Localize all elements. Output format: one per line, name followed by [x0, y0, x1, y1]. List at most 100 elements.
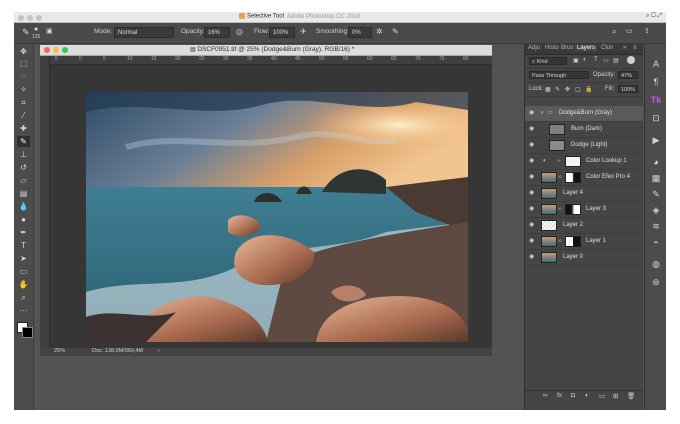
symmetry-icon[interactable]: ✎ [392, 27, 399, 37]
brush-settings-icon[interactable]: ▣ [46, 27, 53, 37]
pressure-opacity-icon[interactable]: ◎ [236, 27, 243, 37]
canvas-area[interactable] [50, 65, 492, 348]
lasso-tool-icon[interactable]: ◌ [17, 71, 30, 82]
airbrush-icon[interactable]: ✈ [300, 27, 307, 37]
history-brush-tool-icon[interactable]: ↺ [17, 162, 30, 173]
trash-icon[interactable]: 🗑 [627, 392, 635, 400]
flow-field[interactable]: 100% [269, 27, 295, 38]
visibility-eye-icon[interactable]: ◉ [529, 206, 536, 212]
pen-tool-icon[interactable]: ✒ [17, 227, 30, 238]
tab-histogram[interactable]: Histo [545, 45, 559, 51]
share-icon[interactable]: ⇪ [644, 27, 650, 37]
layer-mask-thumbnail[interactable] [565, 236, 581, 247]
link-layers-icon[interactable]: ∞ [543, 392, 548, 399]
move-tool-icon[interactable]: ✥ [17, 46, 30, 57]
shape-tool-icon[interactable]: ▭ [17, 266, 30, 277]
search-icon[interactable]: ⌕ [612, 27, 616, 37]
layer-mask-thumbnail[interactable] [565, 172, 581, 183]
close-window-button[interactable] [18, 15, 24, 21]
channels-panel-icon[interactable]: ≋ [649, 220, 663, 232]
filter-shape-icon[interactable]: ▭ [603, 57, 609, 64]
layer-row[interactable]: ◉ ▾ ▭ Dodge&Burn (Gray) [525, 106, 643, 122]
swatches-panel-icon[interactable]: ▦ [649, 172, 663, 184]
clone-stamp-tool-icon[interactable]: ⊥ [17, 149, 30, 160]
tab-adjustments[interactable]: Adju [528, 45, 540, 51]
doc-close-button[interactable] [44, 47, 50, 53]
layer-mask-thumbnail[interactable] [565, 156, 581, 167]
healing-brush-tool-icon[interactable]: ✚ [17, 123, 30, 134]
layer-row[interactable]: ◉ Layer 4 [525, 186, 643, 202]
opacity-field[interactable]: 16% [204, 27, 230, 38]
paths-panel-icon[interactable]: ⌁ [649, 236, 663, 248]
paragraph-panel-icon[interactable]: ¶ [649, 76, 663, 88]
horizontal-ruler[interactable]: 5 0 5 10 15 20 25 30 35 40 45 50 55 60 65 70 75 80 [49, 56, 492, 65]
layer-row[interactable]: ◉ ◐ ∞ Color Lookup 1 [525, 154, 643, 170]
background-color-swatch[interactable] [22, 327, 33, 338]
layer-mask-thumbnail[interactable] [565, 204, 581, 215]
visibility-eye-icon[interactable]: ◉ [529, 222, 536, 228]
visibility-eye-icon[interactable]: ◉ [529, 110, 536, 116]
filter-toggle[interactable] [627, 56, 635, 64]
gradient-tool-icon[interactable]: ▤ [17, 188, 30, 199]
info-panel-icon[interactable]: ⊡ [649, 112, 663, 124]
layer-row[interactable]: ◉ Burn (Dark) [525, 122, 643, 138]
tab-brushes[interactable]: Brus [561, 45, 573, 51]
hand-tool-icon[interactable]: ✋ [17, 279, 30, 290]
layer-row[interactable]: ◉ ∞ Layer 3 [525, 202, 643, 218]
tab-clone-source[interactable]: Clon [601, 45, 613, 51]
lock-artboard-icon[interactable]: ▢ [575, 86, 581, 93]
brush-settings-panel-icon[interactable]: ✎ [649, 188, 663, 200]
dodge-tool-icon[interactable]: ● [17, 214, 30, 225]
marquee-tool-icon[interactable]: ⬚ [17, 58, 30, 69]
visibility-eye-icon[interactable]: ◉ [529, 158, 536, 164]
gear-icon[interactable]: ✲ [376, 27, 383, 37]
brush-tool-icon[interactable]: ✎ [17, 136, 30, 147]
panel-opacity-field[interactable]: 47% [618, 71, 638, 79]
tk-plugin-icon[interactable]: Tk [649, 94, 663, 106]
properties-panel-icon[interactable]: ⊛ [649, 276, 663, 288]
eraser-tool-icon[interactable]: ▱ [17, 175, 30, 186]
document-image[interactable] [86, 92, 468, 342]
color-panel-icon[interactable]: ◕ [649, 156, 663, 168]
visibility-eye-icon[interactable]: ◉ [529, 254, 536, 260]
libraries-panel-icon[interactable]: ◍ [649, 258, 663, 270]
zoom-tool-icon[interactable]: ⌕ [17, 292, 30, 303]
group-expand-chevron-icon[interactable]: ▾ [541, 110, 544, 116]
layer-style-icon[interactable]: fx [557, 392, 562, 399]
visibility-eye-icon[interactable]: ◉ [529, 126, 536, 132]
visibility-eye-icon[interactable]: ◉ [529, 238, 536, 244]
brush-tool-preset-icon[interactable]: ✎ [22, 27, 30, 37]
vertical-ruler[interactable] [40, 56, 50, 348]
visibility-eye-icon[interactable]: ◉ [529, 142, 536, 148]
quick-select-tool-icon[interactable]: ✧ [17, 84, 30, 95]
new-adjustment-icon[interactable]: ◐ [585, 392, 589, 399]
layer-row[interactable]: ◉ ∞ Color Efex Pro 4 [525, 170, 643, 186]
visibility-eye-icon[interactable]: ◉ [529, 190, 536, 196]
workspace-icon[interactable]: ▭ [626, 27, 633, 37]
filter-pixel-icon[interactable]: ▣ [573, 57, 579, 64]
status-menu-chevron-icon[interactable]: › [158, 348, 160, 354]
crop-tool-icon[interactable]: ⌗ [17, 97, 30, 108]
mode-dropdown[interactable]: Normal [114, 27, 174, 38]
character-panel-icon[interactable]: A [649, 58, 663, 70]
blur-tool-icon[interactable]: 💧 [17, 201, 30, 212]
doc-zoom-button[interactable] [62, 47, 68, 53]
lock-position-icon[interactable]: ✥ [565, 86, 570, 93]
lock-all-icon[interactable]: 🔒 [585, 86, 592, 93]
lock-transparency-icon[interactable]: ▦ [545, 86, 551, 93]
add-mask-icon[interactable]: ◘ [571, 392, 575, 399]
layer-row[interactable]: ◉ Dodge (Light) [525, 138, 643, 154]
lock-pixels-icon[interactable]: ✎ [555, 86, 560, 93]
new-group-icon[interactable]: ▭ [599, 392, 605, 400]
filter-kind-dropdown[interactable]: ⌕ Kind [529, 57, 567, 65]
filter-smart-object-icon[interactable]: ▤ [613, 57, 619, 64]
actions-play-icon[interactable]: ▶ [649, 134, 663, 146]
layer-row[interactable]: ◉ Layer 0 [525, 250, 643, 266]
zoom-window-button[interactable] [36, 15, 42, 21]
filter-adjustment-icon[interactable]: ◐ [583, 57, 587, 63]
more-tools-icon[interactable]: ··· [17, 305, 30, 316]
smoothing-field[interactable]: 0% [348, 27, 372, 38]
filter-type-icon[interactable]: T [594, 57, 598, 63]
tab-layers[interactable]: Layers [575, 45, 598, 51]
panel-expand-icon[interactable]: » [623, 45, 626, 51]
